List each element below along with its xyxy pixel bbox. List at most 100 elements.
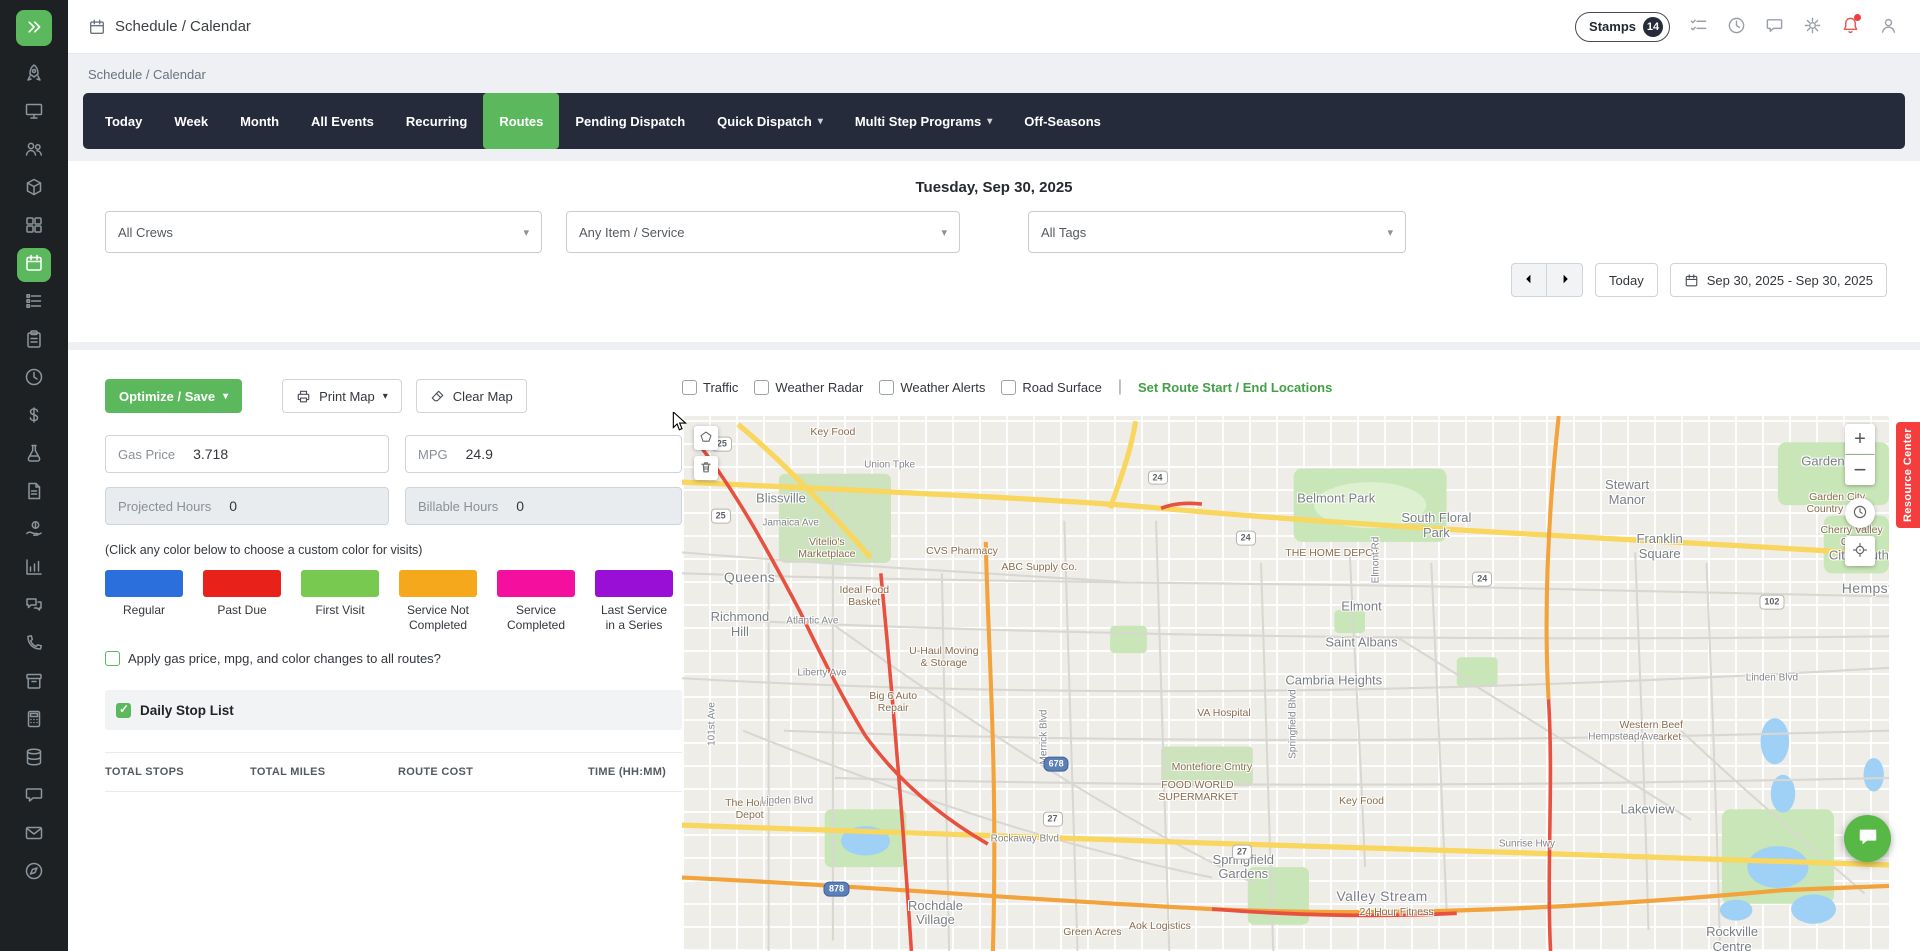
stamps-button[interactable]: Stamps 14 xyxy=(1575,12,1670,42)
nav-tab-today[interactable]: Today xyxy=(89,93,158,149)
sidebar-item-schedule[interactable] xyxy=(17,248,51,282)
printer-icon xyxy=(296,389,311,404)
routes-map[interactable]: QueensBlissvilleRichmond HillBelmont Par… xyxy=(682,416,1889,951)
nav-tab-all-events[interactable]: All Events xyxy=(295,93,390,149)
color-swatch[interactable] xyxy=(203,570,281,597)
sidebar-item-products[interactable] xyxy=(17,172,51,206)
sidebar-item-data[interactable] xyxy=(17,742,51,776)
color-swatch[interactable] xyxy=(105,570,183,597)
date-pager xyxy=(1511,263,1583,297)
hand-dollar-icon xyxy=(24,519,44,544)
eraser-icon xyxy=(430,389,445,404)
cube-icon xyxy=(24,177,44,202)
previous-day-button[interactable] xyxy=(1511,263,1547,297)
date-range-picker[interactable]: Sep 30, 2025 - Sep 30, 2025 xyxy=(1670,263,1887,297)
nav-tab-month[interactable]: Month xyxy=(224,93,295,149)
settings-button[interactable] xyxy=(1803,16,1822,38)
overlay-checkbox[interactable] xyxy=(682,380,697,395)
visit-color-option[interactable]: Regular xyxy=(105,570,183,633)
clear-map-button[interactable]: Clear Map xyxy=(416,379,527,413)
clock-icon xyxy=(24,367,44,392)
calendar-icon xyxy=(1684,273,1699,288)
sidebar-item-tasks[interactable] xyxy=(17,286,51,320)
map-zoom-in-button[interactable]: + xyxy=(1845,424,1875,454)
checklist-button[interactable] xyxy=(1689,16,1708,38)
sidebar-item-accounting[interactable] xyxy=(17,704,51,738)
map-draw-tool-button[interactable] xyxy=(694,426,718,450)
item-service-select[interactable]: Any Item / Service▾ xyxy=(566,211,960,253)
live-chat-button[interactable] xyxy=(1844,815,1891,862)
resource-center-tab[interactable]: Resource Center xyxy=(1896,422,1920,528)
sidebar-item-inventory[interactable] xyxy=(17,666,51,700)
mpg-label: MPG xyxy=(406,447,460,462)
visit-color-option[interactable]: Service Not Completed xyxy=(399,570,477,633)
sidebar-item-email[interactable] xyxy=(17,818,51,852)
apply-all-row: Apply gas price, mpg, and color changes … xyxy=(105,651,682,666)
sidebar-item-work-orders[interactable] xyxy=(17,324,51,358)
set-route-locations-link[interactable]: Set Route Start / End Locations xyxy=(1138,380,1332,395)
color-swatch[interactable] xyxy=(301,570,379,597)
map-roads-layer xyxy=(682,416,1889,951)
time-clock-button[interactable] xyxy=(1727,16,1746,38)
next-day-button[interactable] xyxy=(1547,263,1583,297)
sidebar-item-customers[interactable] xyxy=(17,134,51,168)
map-overlay-toggle[interactable]: Traffic xyxy=(682,380,738,395)
map-overlay-toggle[interactable]: Road Surface xyxy=(1001,380,1102,395)
crews-select[interactable]: All Crews▾ xyxy=(105,211,542,253)
print-map-button[interactable]: Print Map▾ xyxy=(282,379,402,413)
sidebar-item-messages[interactable] xyxy=(17,780,51,814)
chat-button[interactable] xyxy=(1765,16,1784,38)
date-controls: Today Sep 30, 2025 - Sep 30, 2025 xyxy=(84,263,1904,297)
sidebar-item-chemicals[interactable] xyxy=(17,438,51,472)
daily-stop-list-checkbox[interactable] xyxy=(116,703,131,718)
apply-all-checkbox[interactable] xyxy=(105,651,120,666)
overlay-checkbox[interactable] xyxy=(754,380,769,395)
map-delete-shape-button[interactable] xyxy=(694,456,718,480)
color-label: Service Not Completed xyxy=(399,603,477,633)
tags-select[interactable]: All Tags▾ xyxy=(1028,211,1406,253)
overlay-checkbox[interactable] xyxy=(1001,380,1016,395)
color-swatch[interactable] xyxy=(497,570,575,597)
gas-price-input[interactable] xyxy=(187,446,388,462)
sidebar-item-timesheets[interactable] xyxy=(17,362,51,396)
map-zoom-out-button[interactable]: − xyxy=(1845,455,1875,485)
nav-tab-recurring[interactable]: Recurring xyxy=(390,93,483,149)
visit-color-option[interactable]: First Visit xyxy=(301,570,379,633)
visit-color-option[interactable]: Service Completed xyxy=(497,570,575,633)
map-locate-button[interactable] xyxy=(1845,536,1875,566)
sidebar-item-marketing[interactable] xyxy=(17,58,51,92)
map-overlay-toggle[interactable]: Weather Radar xyxy=(754,380,863,395)
nav-tab-multi-step-programs[interactable]: Multi Step Programs▾ xyxy=(839,93,1008,149)
sidebar-item-community[interactable] xyxy=(17,590,51,624)
sidebar-item-browser[interactable] xyxy=(17,856,51,890)
map-overlay-toggle[interactable]: Weather Alerts xyxy=(879,380,985,395)
sidebar-item-modules[interactable] xyxy=(17,210,51,244)
visit-color-option[interactable]: Last Service in a Series xyxy=(595,570,673,633)
profile-button[interactable] xyxy=(1879,16,1898,38)
sidebar-item-calls[interactable] xyxy=(17,628,51,662)
map-history-button[interactable] xyxy=(1845,498,1875,528)
sidebar-item-payments[interactable] xyxy=(17,514,51,548)
mpg-input[interactable] xyxy=(460,446,681,462)
visit-color-option[interactable]: Past Due xyxy=(203,570,281,633)
nav-tab-pending-dispatch[interactable]: Pending Dispatch xyxy=(559,93,701,149)
gas-price-label: Gas Price xyxy=(106,447,187,462)
trash-icon xyxy=(699,460,713,477)
nav-tab-week[interactable]: Week xyxy=(158,93,224,149)
sidebar-item-billing[interactable] xyxy=(17,400,51,434)
nav-tab-off-seasons[interactable]: Off-Seasons xyxy=(1008,93,1117,149)
sidebar-item-estimates[interactable] xyxy=(17,476,51,510)
notifications-button[interactable] xyxy=(1841,16,1860,38)
sidebar-item-reports[interactable] xyxy=(17,552,51,586)
today-button[interactable]: Today xyxy=(1595,263,1658,297)
separator: | xyxy=(1118,378,1122,396)
compass-icon xyxy=(24,861,44,886)
color-swatch[interactable] xyxy=(595,570,673,597)
sidebar-item-dashboard[interactable] xyxy=(17,96,51,130)
optimize-save-button[interactable]: Optimize / Save▾ xyxy=(105,379,242,413)
nav-tab-routes[interactable]: Routes xyxy=(483,93,559,149)
nav-tab-quick-dispatch[interactable]: Quick Dispatch▾ xyxy=(701,93,839,149)
color-swatch[interactable] xyxy=(399,570,477,597)
overlay-checkbox[interactable] xyxy=(879,380,894,395)
sidebar-expand-toggle[interactable] xyxy=(16,10,52,46)
